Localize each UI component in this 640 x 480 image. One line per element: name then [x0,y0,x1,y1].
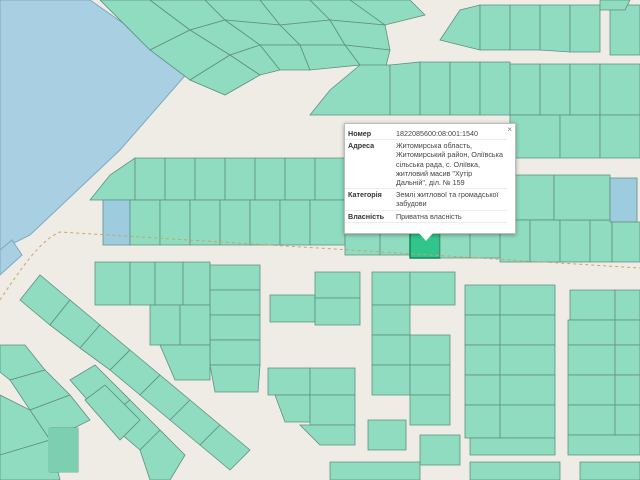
close-icon[interactable]: × [507,125,512,134]
info-key: Адреса [345,139,393,190]
parcel-info-table: Номер 1822085600:08:001:1540 Адреса Жито… [345,128,507,223]
info-key: Номер [345,128,393,141]
parcel-address: Житомирська область, Житомирський район,… [393,139,507,190]
info-row-address: Адреса Житомирська область, Житомирський… [345,139,507,190]
popup-pointer [418,232,434,241]
parcel-info-popup: × Номер 1822085600:08:001:1540 Адреса Жи… [344,123,516,234]
info-row-ownership: Власність Приватна власність [345,210,507,223]
info-key: Власність [345,210,393,223]
info-row-number: Номер 1822085600:08:001:1540 [345,128,507,141]
land-category: Землі житлової та громадської забудови [393,188,507,211]
cadastral-number: 1822085600:08:001:1540 [393,128,507,141]
parcel-block-top-right[interactable] [439,0,640,56]
ownership-type: Приватна власність [393,210,507,223]
info-key: Категорія [345,188,393,211]
info-row-category: Категорія Землі житлової та громадської … [345,188,507,211]
cadastral-map[interactable] [0,0,640,480]
parcel-small[interactable] [48,428,78,472]
